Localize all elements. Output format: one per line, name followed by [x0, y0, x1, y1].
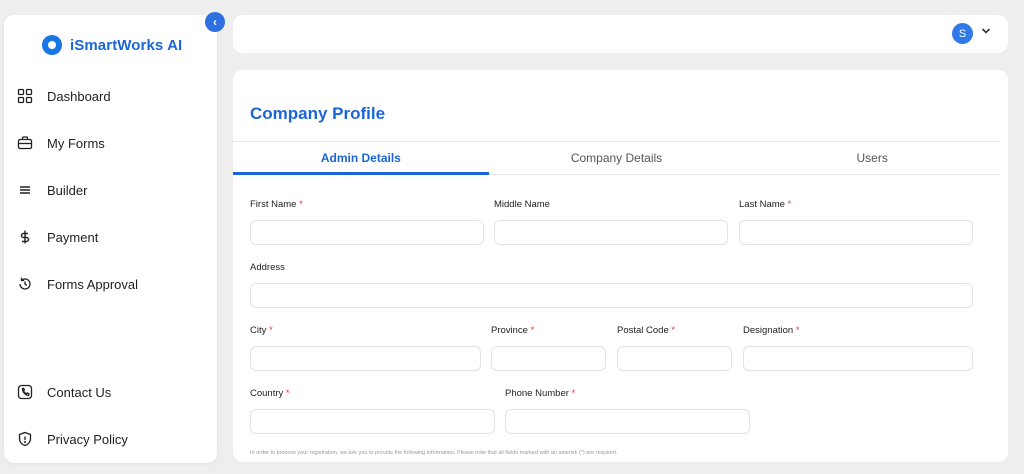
- tab-company-details[interactable]: Company Details: [489, 142, 745, 174]
- phone-number-input[interactable]: [505, 409, 750, 434]
- province-input[interactable]: [491, 346, 606, 371]
- postal-code-label: Postal Code *: [617, 325, 676, 336]
- brand-name: iSmartWorks AI: [70, 36, 183, 54]
- avatar[interactable]: S: [952, 23, 973, 44]
- sidebar-item-my-forms[interactable]: My Forms: [16, 132, 105, 154]
- city-input[interactable]: [250, 346, 481, 371]
- history-icon: [16, 275, 34, 293]
- province-label: Province *: [491, 325, 535, 336]
- address-label: Address: [250, 262, 285, 273]
- last-name-label: Last Name *: [739, 199, 792, 210]
- required-fields-note: In order to process your registration, w…: [250, 450, 618, 456]
- sidebar-item-label: Forms Approval: [47, 276, 139, 292]
- briefcase-icon: [16, 134, 34, 152]
- grid-icon: [16, 87, 34, 105]
- sidebar: iSmartWorks AI Dashboard My Forms Builde…: [4, 15, 217, 463]
- sidebar-item-label: Privacy Policy: [47, 431, 128, 447]
- sidebar-item-dashboard[interactable]: Dashboard: [16, 85, 111, 107]
- dollar-icon: [16, 228, 34, 246]
- sidebar-item-builder[interactable]: Builder: [16, 179, 87, 201]
- sidebar-item-label: Dashboard: [47, 88, 111, 104]
- designation-label: Designation *: [743, 325, 800, 336]
- sidebar-item-contact-us[interactable]: Contact Us: [16, 381, 111, 403]
- sidebar-item-forms-approval[interactable]: Forms Approval: [16, 273, 138, 295]
- sidebar-item-label: Builder: [47, 182, 88, 198]
- postal-code-input[interactable]: [617, 346, 732, 371]
- middle-name-input[interactable]: [494, 220, 728, 245]
- sidebar-item-payment[interactable]: Payment: [16, 226, 98, 248]
- collapse-sidebar-button[interactable]: ‹: [205, 12, 225, 32]
- header-bar: S: [233, 15, 1008, 53]
- middle-name-label: Middle Name: [494, 199, 550, 210]
- country-input[interactable]: [250, 409, 495, 434]
- sidebar-item-label: Payment: [47, 229, 99, 245]
- first-name-input[interactable]: [250, 220, 484, 245]
- tab-admin-details[interactable]: Admin Details: [233, 142, 489, 175]
- chevron-left-icon: ‹: [213, 15, 217, 29]
- tab-bar: Admin Details Company Details Users: [233, 141, 1000, 175]
- country-label: Country *: [250, 388, 290, 399]
- shield-icon: [16, 430, 34, 448]
- company-profile-card: Company Profile Admin Details Company De…: [233, 70, 1008, 462]
- tab-users[interactable]: Users: [744, 142, 1000, 174]
- city-label: City *: [250, 325, 273, 336]
- chevron-down-icon[interactable]: [981, 26, 991, 38]
- brand-logo-icon: [42, 35, 62, 55]
- first-name-label: First Name *: [250, 199, 303, 210]
- page-title: Company Profile: [250, 104, 386, 123]
- sidebar-item-label: Contact Us: [47, 384, 112, 400]
- sidebar-item-label: My Forms: [47, 135, 105, 151]
- last-name-input[interactable]: [739, 220, 973, 245]
- phone-icon: [16, 383, 34, 401]
- designation-input[interactable]: [743, 346, 973, 371]
- sidebar-item-privacy-policy[interactable]: Privacy Policy: [16, 428, 128, 450]
- brand-logo[interactable]: iSmartWorks AI: [42, 35, 182, 55]
- phone-number-label: Phone Number *: [505, 388, 576, 399]
- menu-lines-icon: [16, 181, 34, 199]
- address-input[interactable]: [250, 283, 973, 308]
